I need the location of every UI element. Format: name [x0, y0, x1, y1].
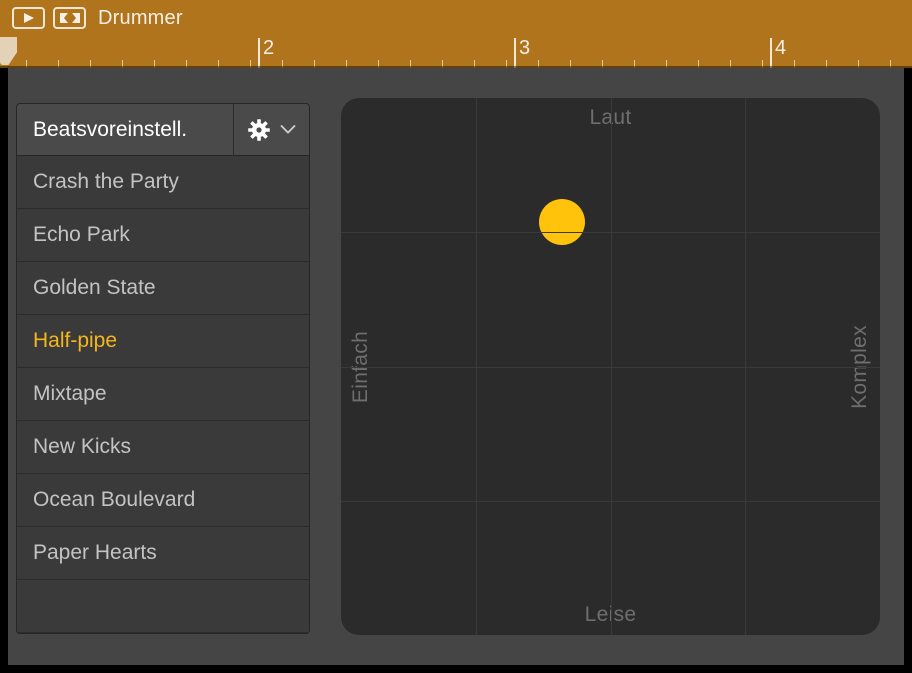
- ruler-bar-number: 3: [514, 36, 530, 60]
- preset-list-item[interactable]: Ocean Boulevard: [17, 474, 309, 527]
- drummer-editor-window: Drummer 2 3 4 Beatsvoreinstell.: [0, 0, 912, 673]
- beat-preset-panel: Beatsvoreinstell.: [16, 103, 310, 634]
- preset-panel-header: Beatsvoreinstell.: [17, 104, 309, 156]
- cycle-button[interactable]: [53, 7, 86, 29]
- preset-list-item[interactable]: New Kicks: [17, 421, 309, 474]
- preset-action-menu-button[interactable]: [233, 104, 309, 155]
- editor-body: Beatsvoreinstell.: [0, 68, 912, 673]
- play-button[interactable]: [12, 7, 45, 29]
- xy-pad-puck[interactable]: [539, 199, 585, 245]
- drummer-xy-pad-container: Laut Leise Einfach Komplex: [341, 98, 880, 635]
- play-icon: [22, 12, 36, 24]
- track-name: Drummer: [98, 7, 183, 30]
- gear-icon: [247, 118, 271, 142]
- xy-grid-line-horizontal: [341, 367, 880, 368]
- xy-grid-line-horizontal: [341, 501, 880, 502]
- preset-list[interactable]: Crash the PartyEcho ParkGolden StateHalf…: [17, 156, 309, 633]
- preset-list-item[interactable]: Echo Park: [17, 209, 309, 262]
- drummer-xy-pad[interactable]: Laut Leise Einfach Komplex: [341, 98, 880, 635]
- playhead[interactable]: [0, 37, 17, 65]
- preset-panel-title: Beatsvoreinstell.: [17, 104, 233, 155]
- preset-list-item[interactable]: Crash the Party: [17, 156, 309, 209]
- ruler-bar-number: 4: [770, 36, 786, 60]
- preset-list-item-empty[interactable]: [17, 580, 309, 633]
- timeline-ruler[interactable]: 2 3 4: [0, 36, 912, 68]
- preset-list-item[interactable]: Half-pipe: [17, 315, 309, 368]
- preset-list-item[interactable]: Paper Hearts: [17, 527, 309, 580]
- cycle-icon: [59, 12, 81, 24]
- ruler-bar-number: 2: [258, 36, 274, 60]
- preset-list-item[interactable]: Golden State: [17, 262, 309, 315]
- xy-grid-line-vertical: [745, 98, 746, 635]
- chevron-down-icon: [280, 124, 296, 135]
- track-title-row: Drummer: [0, 0, 912, 36]
- track-header: Drummer 2 3 4: [0, 0, 912, 68]
- preset-list-item[interactable]: Mixtape: [17, 368, 309, 421]
